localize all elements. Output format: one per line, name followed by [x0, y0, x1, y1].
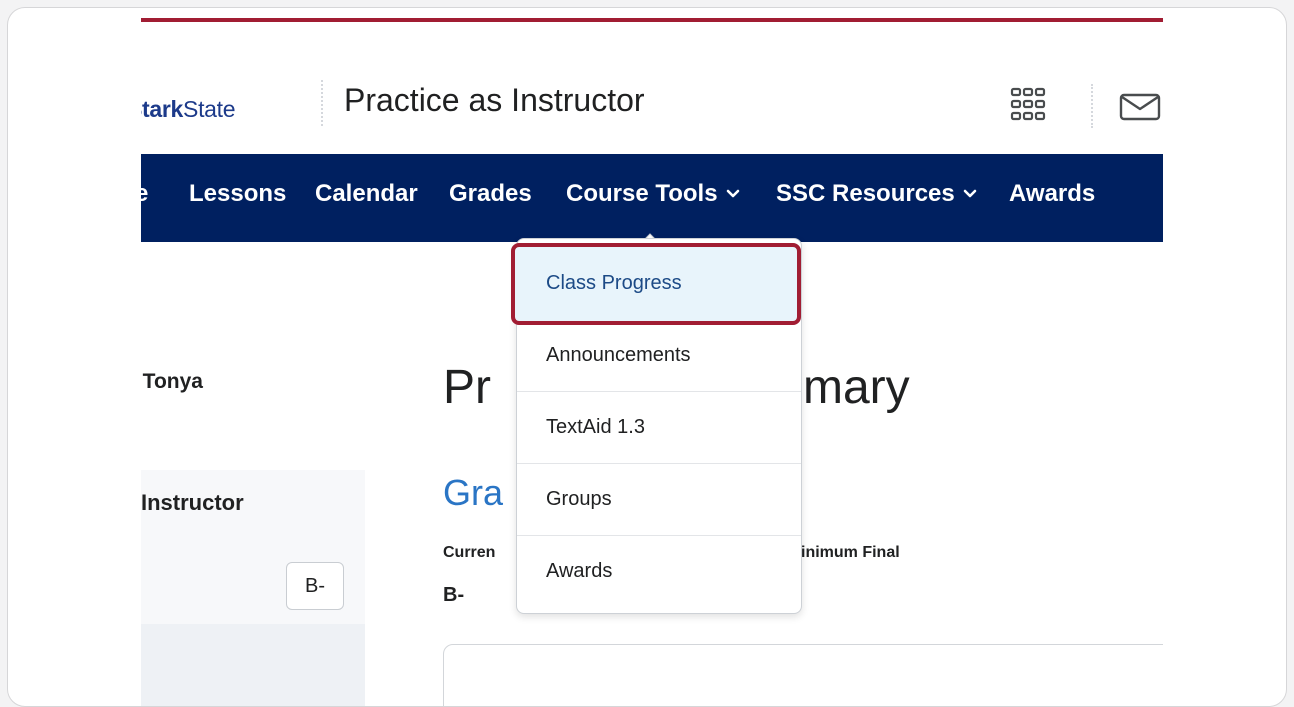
nav-label: Course Tools [566, 180, 718, 207]
nav-item-calendar[interactable]: Calendar [315, 180, 418, 208]
logo-state: State [183, 96, 236, 122]
mail-icon[interactable] [1119, 92, 1163, 122]
nav-label: Calendar [315, 180, 418, 207]
role-label: Instructor [141, 490, 244, 515]
screenshot-frame: StarkState Practice as Instructor e Less… [7, 7, 1287, 707]
nav-item-lessons[interactable]: Lessons [189, 180, 286, 208]
header-divider [321, 80, 323, 126]
course-title[interactable]: Practice as Instructor [344, 82, 645, 119]
chevron-down-icon [963, 189, 977, 198]
browser-viewport: StarkState Practice as Instructor e Less… [141, 8, 1163, 706]
nav-label: Awards [1009, 180, 1096, 207]
nav-label: Lessons [189, 180, 287, 207]
nav-item-course-tools[interactable]: Course Tools [566, 180, 740, 208]
left-panel-row [141, 624, 365, 706]
grades-subheading[interactable]: Gra [443, 472, 503, 514]
logo-stark: Stark [141, 96, 184, 122]
current-grade-value: B- [443, 584, 465, 606]
menu-item-awards[interactable]: Awards [517, 535, 801, 607]
grid-icon[interactable] [1008, 85, 1048, 125]
page-heading-left: Pr [443, 361, 491, 414]
stark-state-logo[interactable]: StarkState [141, 96, 236, 123]
chevron-down-icon [726, 189, 739, 198]
current-grade-label: Curren [443, 544, 496, 561]
course-navbar: e Lessons Calendar Grades Course Tools S… [141, 154, 1163, 242]
menu-item-textaid[interactable]: TextAid 1.3 [517, 391, 801, 463]
left-panel: Instructor B- [141, 470, 365, 706]
grade-badge[interactable]: B- [286, 562, 344, 610]
user-name: , Tonya [141, 370, 203, 393]
course-tools-dropdown: Class Progress Announcements TextAid 1.3… [511, 238, 802, 614]
nav-item-awards[interactable]: Awards [1009, 180, 1095, 208]
course-header: StarkState Practice as Instructor [141, 22, 1163, 154]
nav-label: SSC Resources [776, 180, 955, 207]
menu-item-groups[interactable]: Groups [517, 463, 801, 535]
header-divider-2 [1091, 84, 1093, 128]
page-heading-right: mary [803, 361, 910, 414]
nav-item-home[interactable]: e [141, 180, 148, 208]
minimum-final-label: inimum Final [801, 544, 900, 561]
nav-label: Grades [449, 180, 532, 207]
nav-label: e [141, 180, 148, 208]
content-card [443, 644, 1163, 706]
menu-item-class-progress[interactable]: Class Progress [517, 247, 801, 319]
nav-item-ssc-resources[interactable]: SSC Resources [776, 180, 977, 208]
menu-item-announcements[interactable]: Announcements [517, 319, 801, 391]
nav-item-grades[interactable]: Grades [449, 180, 532, 208]
